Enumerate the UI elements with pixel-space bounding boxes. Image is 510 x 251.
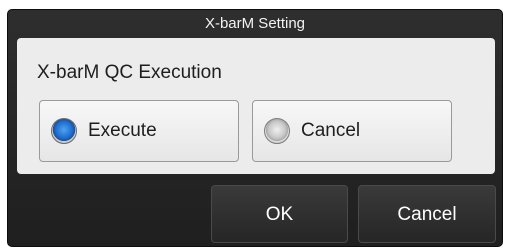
dialog-title: X-barM Setting <box>204 15 306 32</box>
radio-unselected-icon <box>264 118 290 144</box>
cancel-radio-label: Cancel <box>301 120 361 141</box>
qc-execution-panel: X-barM QC Execution Execute Cancel <box>17 38 495 174</box>
section-label: X-barM QC Execution <box>37 62 222 83</box>
radio-selected-icon <box>51 118 77 144</box>
xbarm-setting-dialog: X-barM Setting X-barM QC Execution Execu… <box>7 9 503 247</box>
execute-radio-button[interactable]: Execute <box>39 100 239 162</box>
cancel-button[interactable]: Cancel <box>358 185 496 243</box>
ok-button[interactable]: OK <box>211 185 348 243</box>
execute-radio-label: Execute <box>88 120 157 141</box>
cancel-radio-button[interactable]: Cancel <box>252 100 452 162</box>
